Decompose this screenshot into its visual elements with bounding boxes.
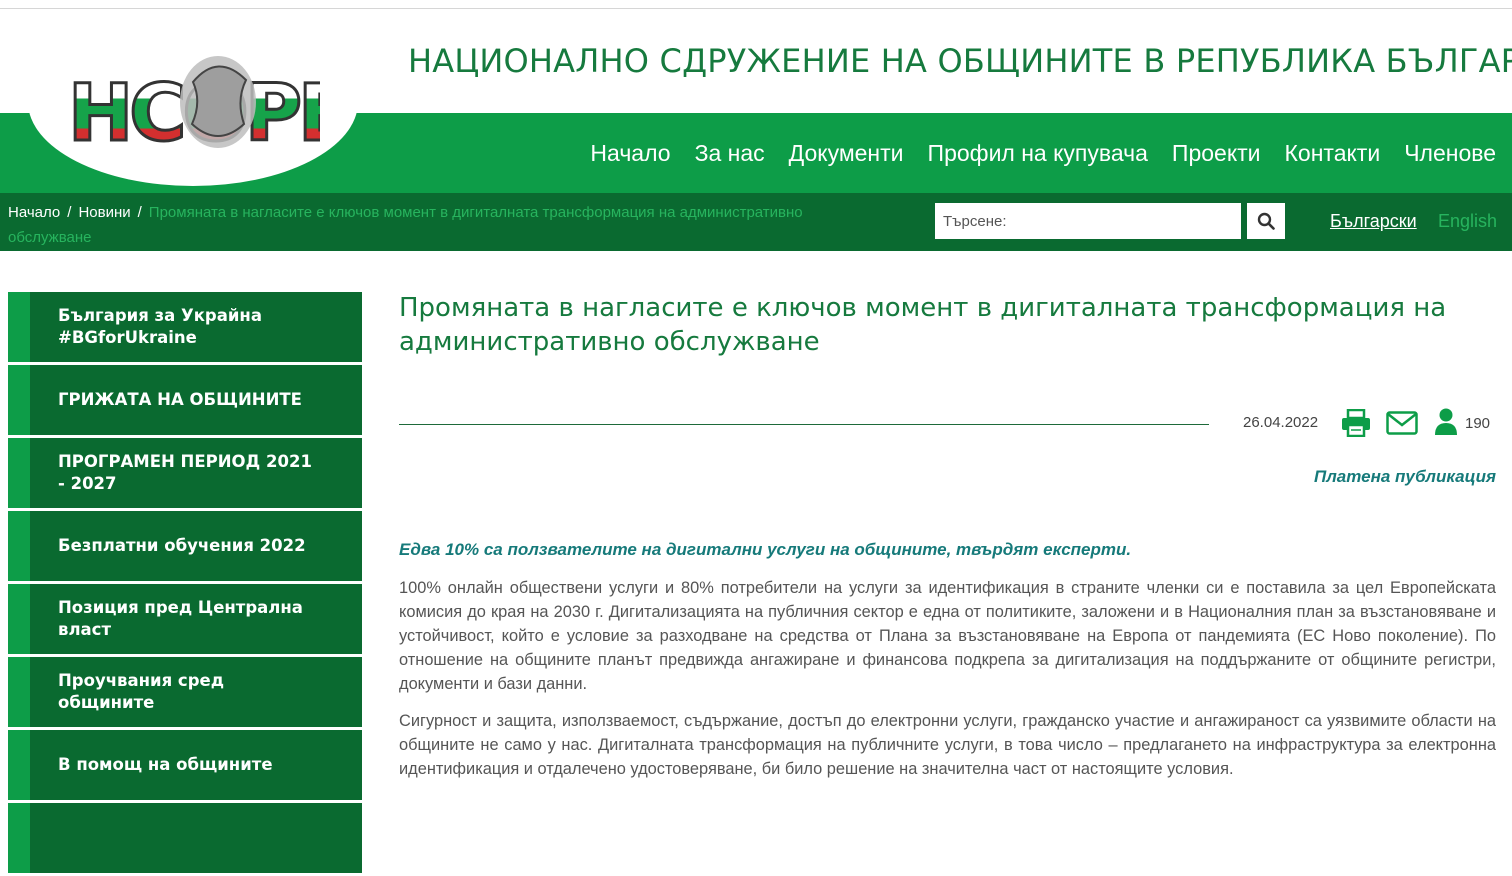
sidebar-item-municipal-care[interactable]: ГРИЖАТА НА ОБЩИНИТЕ	[8, 365, 362, 435]
print-button[interactable]	[1341, 408, 1371, 441]
sidebar-item-label: В помощ на общините	[58, 755, 273, 774]
sidebar-item-more[interactable]	[8, 803, 362, 873]
breadcrumb-separator: /	[67, 204, 72, 221]
email-button[interactable]	[1386, 411, 1418, 439]
article-paragraph: Сигурност и защита, използваемост, съдър…	[399, 712, 1496, 778]
breadcrumb-home[interactable]: Начало	[8, 204, 60, 221]
language-english[interactable]: English	[1438, 211, 1497, 232]
article-date: 26.04.2022	[1243, 414, 1319, 431]
breadcrumb: Начало / Новини / Промяната в нагласите е кл…	[8, 200, 888, 250]
nav-buyer-profile[interactable]: Профил на купувача	[928, 140, 1148, 167]
sidebar-item-label: България за Украйна #BGforUkraine	[58, 306, 262, 347]
sidebar-item-position[interactable]: Позиция пред Централна власт	[8, 584, 362, 654]
print-icon	[1342, 408, 1370, 438]
user-icon	[1435, 408, 1457, 435]
nav-documents[interactable]: Документи	[789, 140, 904, 167]
article-lead: Едва 10% са ползвателите на дигитални ус…	[399, 540, 1132, 559]
main-nav: Начало За нас Документи Профил на купува…	[566, 140, 1496, 167]
nav-members[interactable]: Членове	[1404, 140, 1496, 167]
mail-icon	[1386, 411, 1418, 435]
sidebar-item-label: Позиция пред Централна власт	[58, 598, 303, 639]
sidebar-item-label: ГРИЖАТА НА ОБЩИНИТЕ	[58, 390, 302, 409]
site-logo[interactable]: НСОРБ	[67, 52, 359, 161]
nav-about[interactable]: За нас	[695, 140, 765, 167]
sidebar-item-surveys[interactable]: Проучвания сред общините	[8, 657, 362, 727]
nav-home[interactable]: Начало	[590, 140, 670, 167]
language-bulgarian[interactable]: Български	[1330, 211, 1417, 232]
search-button[interactable]	[1247, 203, 1285, 239]
search-icon	[1257, 212, 1275, 230]
sidebar-item-free-trainings[interactable]: Безплатни обучения 2022	[8, 511, 362, 581]
logo-image: НСОРБ	[67, 56, 359, 161]
views-count: 190	[1465, 415, 1491, 432]
breadcrumb-news[interactable]: Новини	[78, 204, 130, 221]
breadcrumb-separator: /	[137, 204, 142, 221]
sidebar-item-label: Безплатни обучения 2022	[58, 536, 306, 555]
views-counter	[1434, 408, 1458, 440]
sidebar-item-help[interactable]: В помощ на общините	[8, 730, 362, 800]
sidebar-item-label: Проучвания сред общините	[58, 671, 225, 712]
article-paragraph: 100% онлайн обществени услуги и 80% потр…	[399, 579, 1496, 693]
sidebar-item-bgforukraine[interactable]: България за Украйна #BGforUkraine	[8, 292, 362, 362]
paid-publication-label: Платена публикация	[1313, 467, 1496, 486]
article-title: Промяната в нагласите е ключов момент в …	[399, 293, 1447, 357]
nav-contacts[interactable]: Контакти	[1285, 140, 1381, 167]
search-input[interactable]	[935, 203, 1241, 239]
meta-divider	[399, 424, 1209, 425]
site-title: НАЦИОНАЛНО СДРУЖЕНИЕ НА ОБЩИНИТЕ В РЕПУБ…	[408, 42, 1512, 80]
sidebar: България за Украйна #BGforUkraine ГРИЖАТ…	[8, 292, 362, 876]
sidebar-item-program-period[interactable]: ПРОГРАМЕН ПЕРИОД 2021 - 2027	[8, 438, 362, 508]
nav-projects[interactable]: Проекти	[1172, 140, 1261, 167]
sidebar-item-label: ПРОГРАМЕН ПЕРИОД 2021 - 2027	[58, 452, 312, 493]
